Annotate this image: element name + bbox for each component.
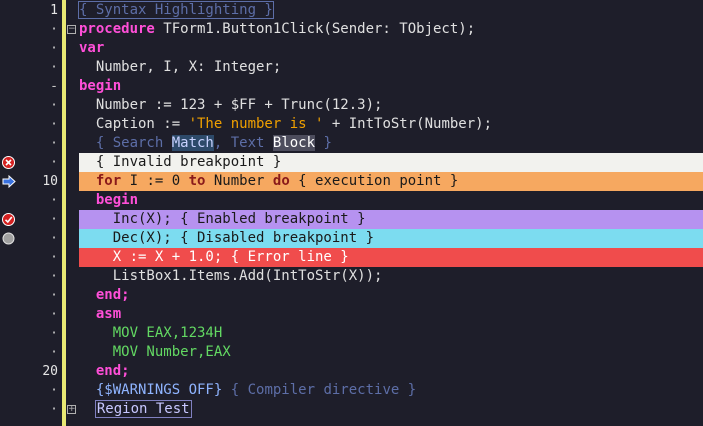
code-token: { Invalid breakpoint } xyxy=(79,154,282,170)
line-number: · xyxy=(50,60,58,75)
line-number: · xyxy=(50,212,58,227)
code-editor[interactable]: 1 · · · - · · · · 10 · · · · · · · · · 20 · · − + { Syntax Hig… xyxy=(0,0,703,426)
code-token: { execution point } xyxy=(289,173,459,189)
code-line[interactable]: for I := 0 to Number do { execution poin… xyxy=(79,172,703,191)
code-token: {$WARNINGS OFF} xyxy=(95,382,223,398)
code-line[interactable]: begin xyxy=(79,191,703,210)
code-line[interactable]: procedure TForm1.Button1Click(Sender: TO… xyxy=(79,20,703,39)
line-number: · xyxy=(50,98,58,113)
code-line[interactable]: { Search Match, Text Block } xyxy=(79,134,703,153)
code-token: end; xyxy=(79,287,130,303)
code-token: end; xyxy=(79,363,130,379)
line-number: · xyxy=(50,155,58,170)
code-token: 'The number is ' xyxy=(188,116,324,132)
line-number: · xyxy=(50,22,58,37)
line-number: · xyxy=(50,193,58,208)
code-token: Number xyxy=(205,173,273,189)
execution-point-arrow-icon[interactable] xyxy=(2,174,16,189)
code-token: } xyxy=(315,135,332,151)
line-number: - xyxy=(50,79,58,94)
line-number: · xyxy=(50,307,58,322)
code-line[interactable]: Number := 123 + $FF + Trunc(12.3); xyxy=(79,96,703,115)
code-token: do xyxy=(272,173,290,189)
code-token: { Search xyxy=(79,135,172,151)
code-token: I := 0 xyxy=(121,173,189,189)
code-token: var xyxy=(79,40,105,56)
line-number-gutter: 1 · · · - · · · · 10 · · · · · · · · · 20 · · xyxy=(18,0,62,426)
code-token: for xyxy=(95,173,122,189)
code-token: Region Test xyxy=(94,400,192,418)
line-number: · xyxy=(50,117,58,132)
code-line[interactable]: MOV EAX,1234H xyxy=(79,324,703,343)
code-token: Inc(X); { Enabled breakpoint } xyxy=(79,211,366,227)
code-token: { Compiler directive } xyxy=(222,382,417,398)
code-token: { Syntax Highlighting } xyxy=(78,1,274,19)
line-number: 20 xyxy=(42,364,58,379)
code-token: , Text xyxy=(213,135,273,151)
code-area[interactable]: { Syntax Highlighting } procedure TForm1.… xyxy=(78,0,703,426)
code-line[interactable]: ListBox1.Items.Add(IntToStr(X)); xyxy=(79,267,703,286)
code-line[interactable]: {$WARNINGS OFF} { Compiler directive } xyxy=(79,381,703,400)
code-token: procedure xyxy=(79,21,155,37)
code-line[interactable]: MOV Number,EAX xyxy=(79,343,703,362)
code-token: begin xyxy=(79,78,122,94)
line-number: · xyxy=(50,231,58,246)
breakpoint-gutter[interactable] xyxy=(0,0,18,426)
line-number: · xyxy=(50,345,58,360)
line-number: · xyxy=(50,288,58,303)
line-number: · xyxy=(50,402,58,417)
code-token: Caption := xyxy=(79,116,189,132)
line-number: · xyxy=(50,250,58,265)
line-number: · xyxy=(50,41,58,56)
line-number: 1 xyxy=(50,3,58,18)
code-token: TForm1.Button1Click(Sender: TObject); xyxy=(154,21,476,37)
code-line[interactable]: var xyxy=(79,39,703,58)
code-line[interactable]: end; xyxy=(79,286,703,305)
code-line[interactable]: Region Test xyxy=(79,400,703,419)
code-line[interactable]: Inc(X); { Enabled breakpoint } xyxy=(79,210,703,229)
code-line[interactable]: Caption := 'The number is ' + IntToStr(N… xyxy=(79,115,703,134)
code-token: Number, I, X: Integer; xyxy=(79,59,282,75)
code-token: Number := 123 + $FF + Trunc(12.3); xyxy=(79,97,383,113)
line-number: 10 xyxy=(42,174,58,189)
code-line[interactable]: { Syntax Highlighting } xyxy=(78,1,703,20)
code-token: Dec(X); { Disabled breakpoint } xyxy=(79,230,375,246)
code-token: ListBox1.Items.Add(IntToStr(X)); xyxy=(79,268,383,284)
code-token: begin xyxy=(79,192,139,208)
code-token: to xyxy=(188,173,206,189)
code-line[interactable]: { Invalid breakpoint } xyxy=(79,153,703,172)
code-line[interactable]: Number, I, X: Integer; xyxy=(79,58,703,77)
code-line[interactable]: begin xyxy=(79,77,703,96)
code-token: asm xyxy=(79,306,122,322)
code-line[interactable]: Dec(X); { Disabled breakpoint } xyxy=(79,229,703,248)
disabled-breakpoint-icon[interactable] xyxy=(2,232,15,245)
code-token: X := X + 1.0; { Error line } xyxy=(79,249,349,265)
code-token: MOV Number,EAX xyxy=(79,344,231,360)
line-number: · xyxy=(50,383,58,398)
code-token: + IntToStr(Number); xyxy=(323,116,493,132)
invalid-breakpoint-icon[interactable] xyxy=(2,156,15,169)
line-number: · xyxy=(50,269,58,284)
code-token: Match xyxy=(171,135,214,151)
fold-collapse-icon[interactable]: − xyxy=(67,25,76,34)
line-number: · xyxy=(50,326,58,341)
code-line[interactable]: asm xyxy=(79,305,703,324)
line-number: · xyxy=(50,136,58,151)
fold-expand-icon[interactable]: + xyxy=(67,405,76,414)
code-line[interactable]: end; xyxy=(79,362,703,381)
code-token: MOV EAX,1234H xyxy=(79,325,223,341)
folding-gutter[interactable]: − + xyxy=(66,0,79,426)
code-token: Block xyxy=(272,135,316,151)
enabled-breakpoint-icon[interactable] xyxy=(2,213,15,226)
code-line[interactable]: X := X + 1.0; { Error line } xyxy=(79,248,703,267)
